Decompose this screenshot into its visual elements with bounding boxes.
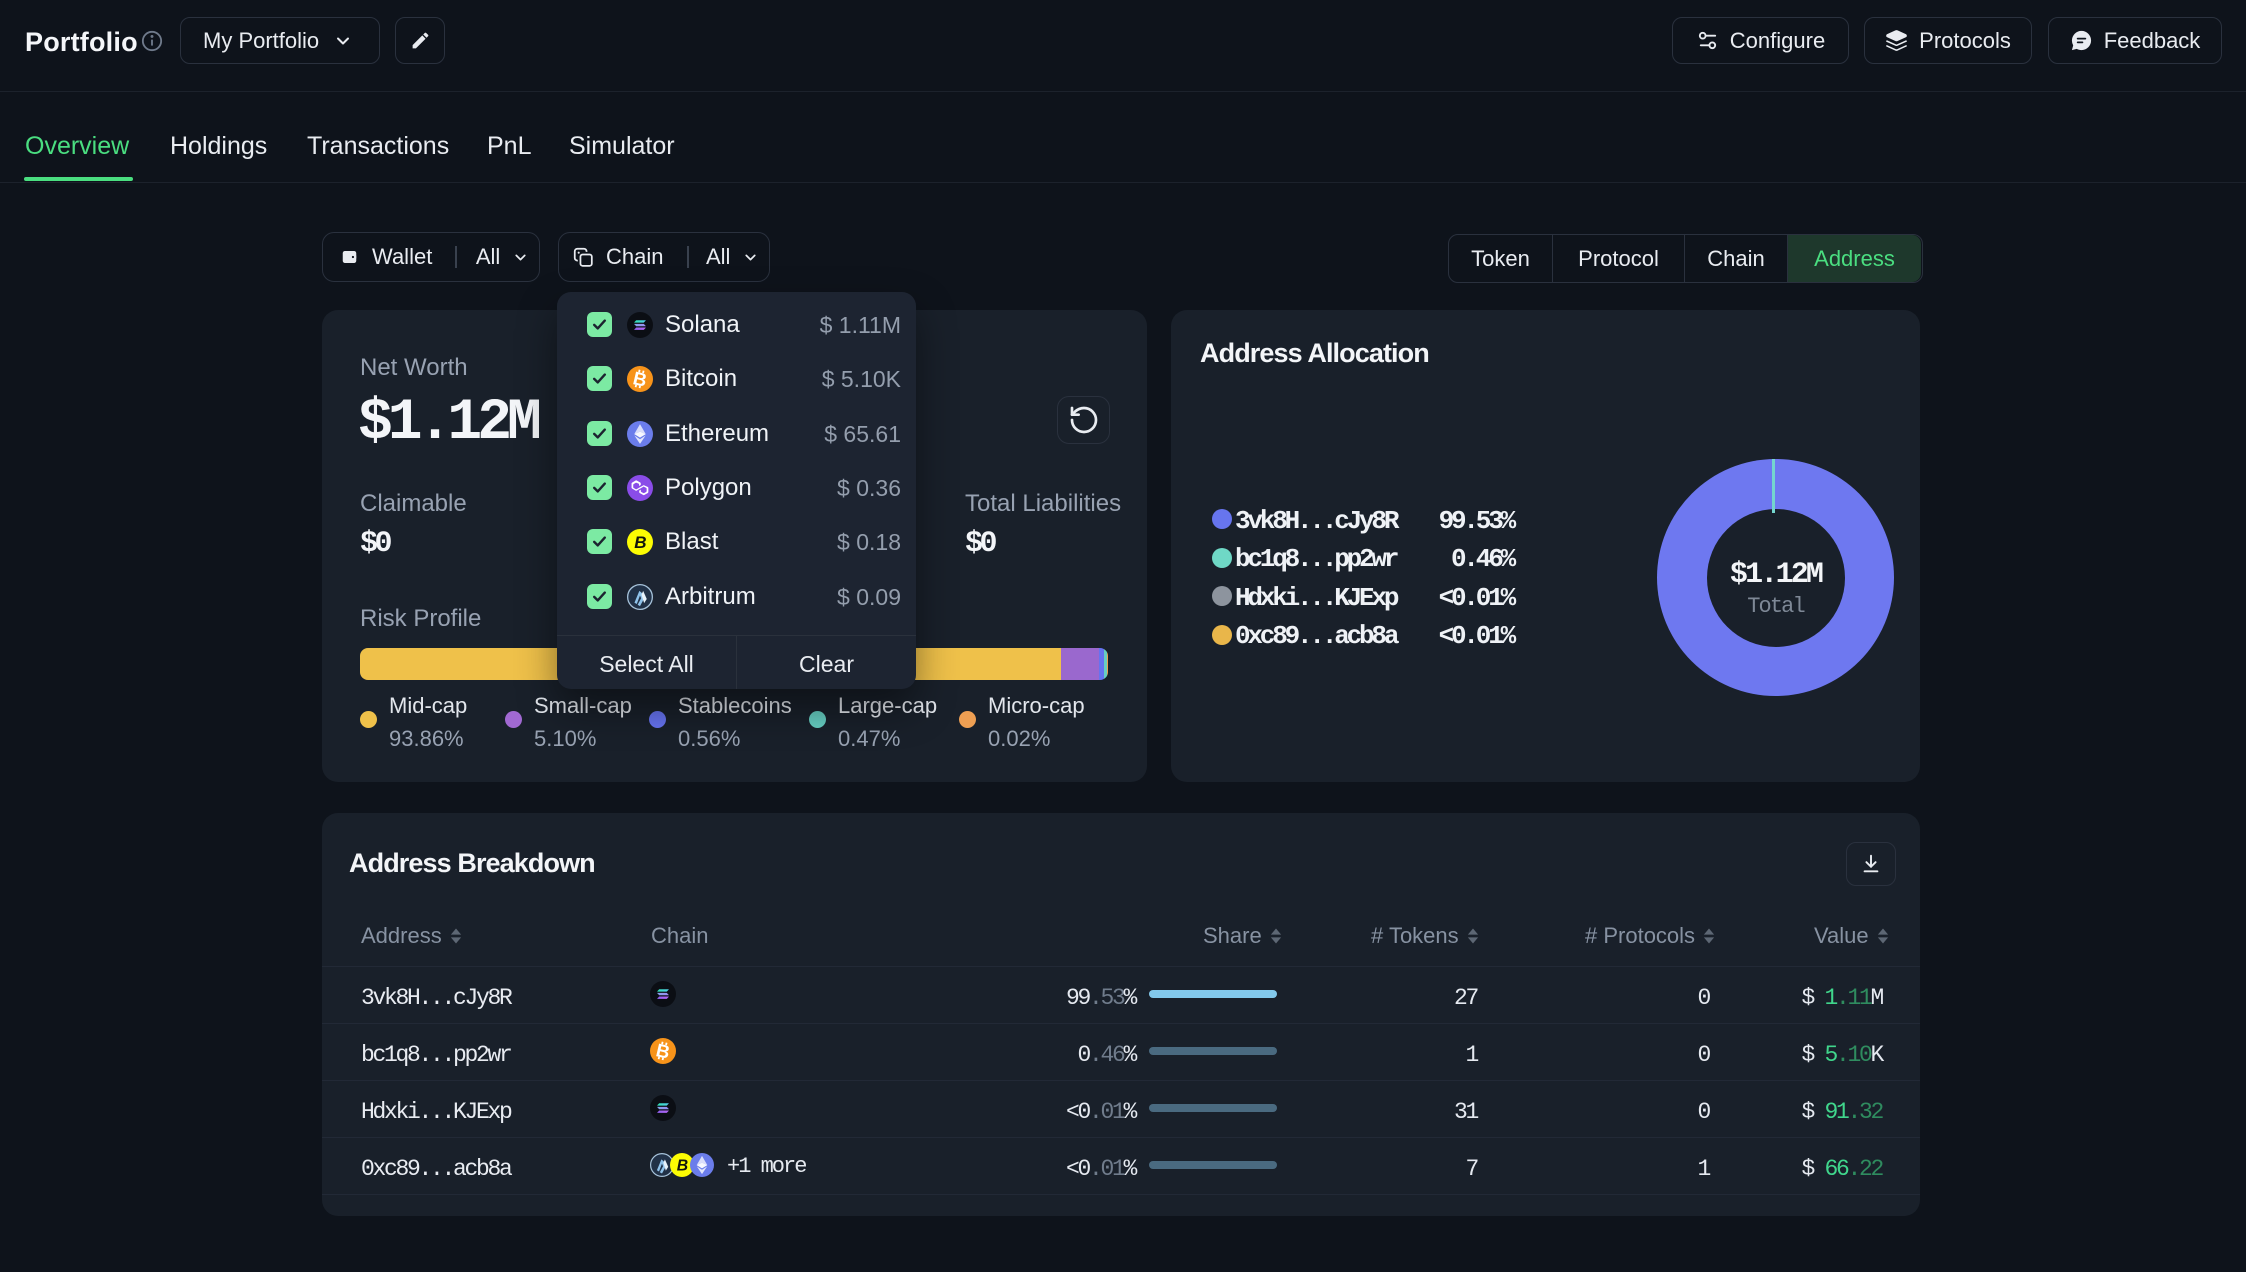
svg-text:B: B — [634, 533, 646, 552]
svg-text:B: B — [677, 1158, 688, 1175]
